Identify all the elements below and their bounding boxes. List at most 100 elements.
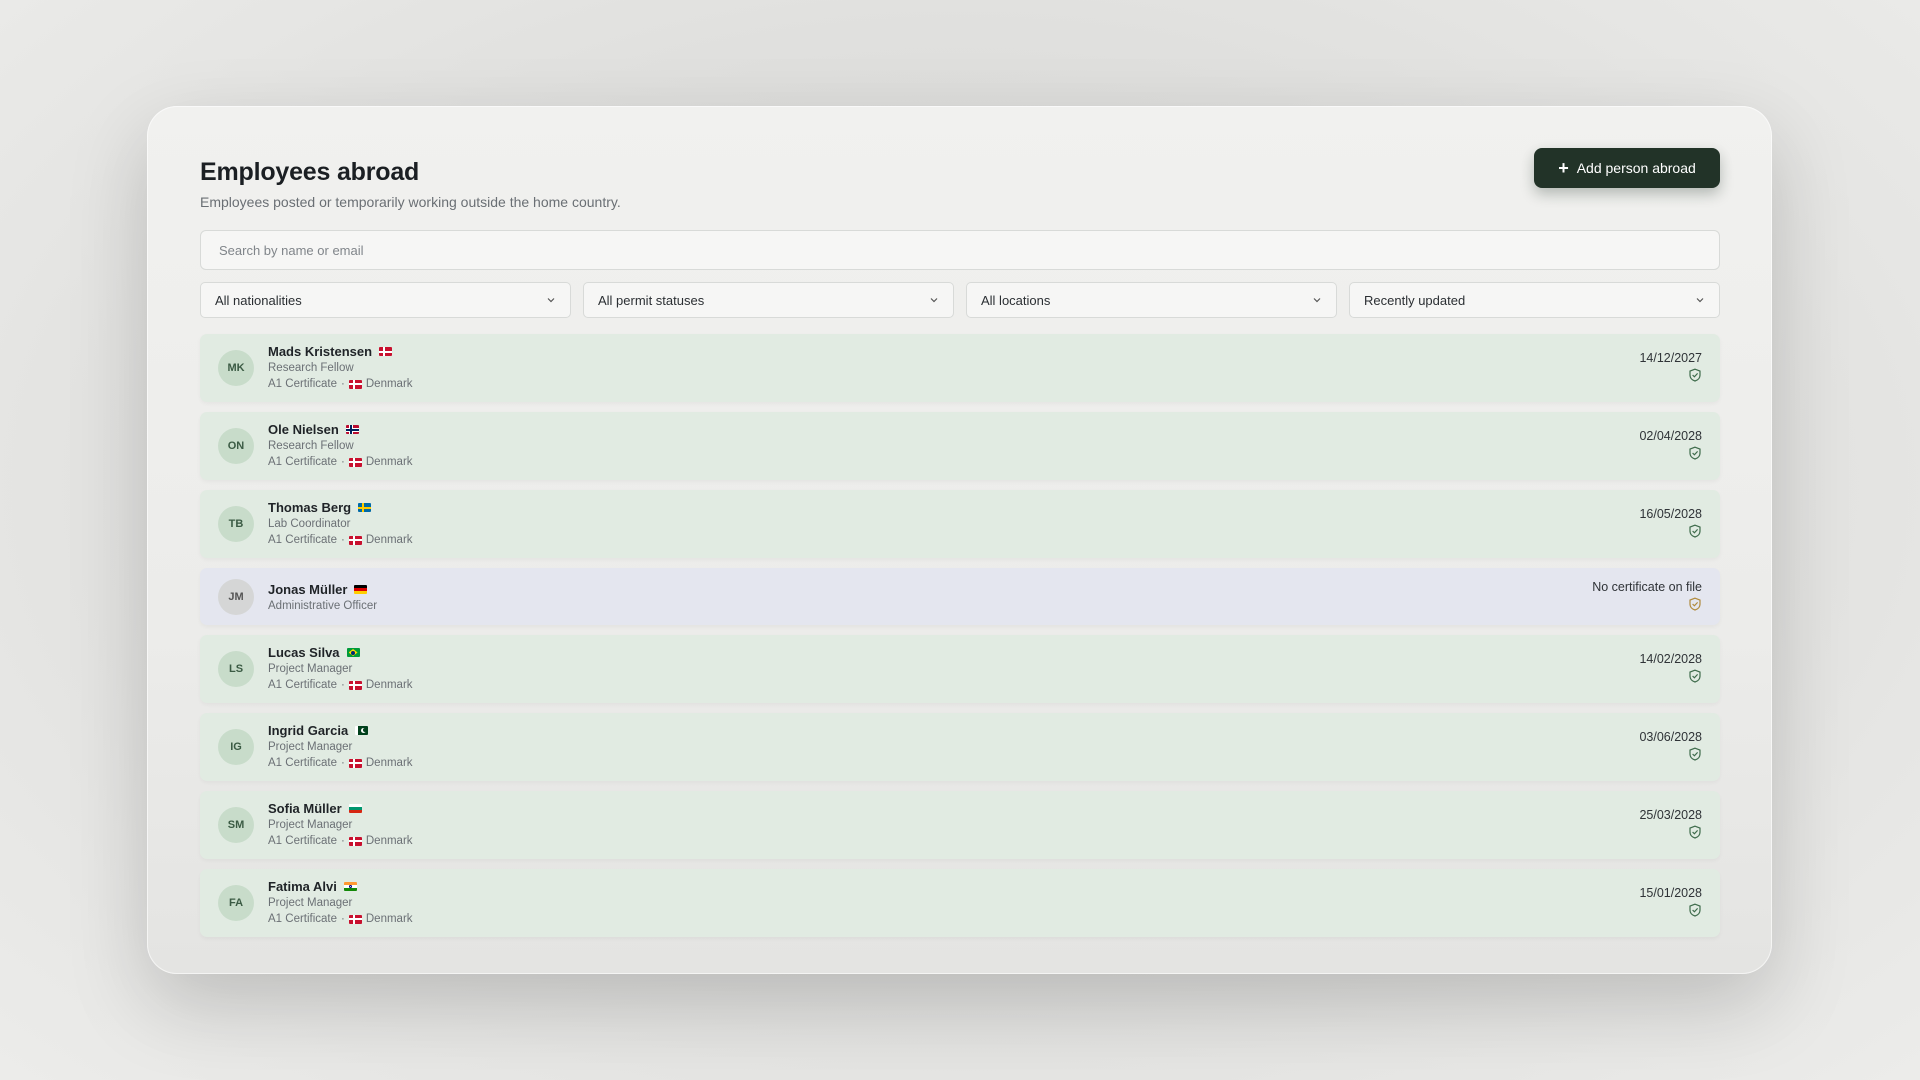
- employee-name: Sofia Müller: [268, 801, 342, 816]
- certificate-type: A1 Certificate: [268, 534, 338, 546]
- certificate-type: A1 Certificate: [268, 913, 338, 925]
- employee-role: Project Manager: [268, 741, 353, 753]
- certificate-location: Denmark: [365, 835, 413, 847]
- avatar: TB: [218, 506, 254, 542]
- certificate-location: Denmark: [365, 456, 413, 468]
- brazil-flag-icon: [346, 648, 360, 657]
- employee-row[interactable]: SM Sofia Müller Project Manager A1 Certi…: [200, 791, 1720, 859]
- expiry-date: 25/03/2028: [1639, 808, 1702, 822]
- employee-name-line: Lucas Silva: [268, 645, 413, 660]
- employee-row[interactable]: IG Ingrid Garcia Project Manager A1 Cert…: [200, 713, 1720, 781]
- certificate-status: 16/05/2028: [1639, 507, 1702, 538]
- employee-name: Thomas Berg: [268, 500, 352, 515]
- separator: ·: [341, 835, 345, 847]
- shield-check-icon: [1689, 524, 1701, 538]
- denmark-flag-icon: [379, 347, 393, 356]
- employee-row[interactable]: JM Jonas Müller Administrative Officer N…: [200, 568, 1720, 625]
- certificate-type: A1 Certificate: [268, 378, 338, 390]
- separator: ·: [341, 534, 345, 546]
- expiry-date: 15/01/2028: [1639, 886, 1702, 900]
- certificate-status: 25/03/2028: [1639, 808, 1702, 839]
- certificate-location: Denmark: [365, 534, 413, 546]
- employee-role: Research Fellow: [268, 362, 354, 374]
- nationality-filter[interactable]: All nationalities: [200, 282, 571, 318]
- bulgaria-flag-icon: [348, 804, 362, 813]
- certificate-status: 15/01/2028: [1639, 886, 1702, 917]
- certificate-location: Denmark: [365, 679, 413, 691]
- employee-role: Research Fellow: [268, 440, 354, 452]
- employee-info: Mads Kristensen Research Fellow A1 Certi…: [268, 344, 413, 391]
- expiry-date: 14/12/2027: [1639, 351, 1702, 365]
- employee-name: Mads Kristensen: [268, 344, 373, 359]
- add-person-label: Add person abroad: [1576, 160, 1696, 176]
- employee-name: Lucas Silva: [268, 645, 340, 660]
- page-subtitle: Employees posted or temporarily working …: [200, 194, 621, 210]
- employee-name-line: Sofia Müller: [268, 801, 413, 816]
- employee-name-line: Ingrid Garcia: [268, 723, 413, 738]
- certificate-line: A1 Certificate · Denmark: [268, 912, 413, 926]
- employee-role: Lab Coordinator: [268, 518, 351, 530]
- expiry-date: 16/05/2028: [1639, 507, 1702, 521]
- expiry-date: 14/02/2028: [1639, 652, 1702, 666]
- india-flag-icon: [343, 882, 357, 891]
- employees-panel: Employees abroad Employees posted or tem…: [147, 106, 1772, 974]
- germany-flag-icon: [354, 585, 368, 594]
- separator: ·: [341, 456, 345, 468]
- avatar: FA: [218, 885, 254, 921]
- employee-info: Lucas Silva Project Manager A1 Certifica…: [268, 645, 413, 692]
- permit-status-filter-value: All permit statuses: [598, 292, 705, 308]
- avatar: JM: [218, 578, 254, 615]
- denmark-flag-icon: [348, 758, 362, 768]
- certificate-line: A1 Certificate · Denmark: [268, 756, 413, 770]
- certificate-type: A1 Certificate: [268, 757, 338, 769]
- search-input[interactable]: [217, 241, 1703, 259]
- nationality-filter-value: All nationalities: [215, 292, 302, 308]
- certificate-status: No certificate on file: [1592, 580, 1702, 611]
- pakistan-flag-icon: [355, 726, 369, 735]
- employee-row[interactable]: LS Lucas Silva Project Manager A1 Certif…: [200, 635, 1720, 703]
- shield-check-icon: [1689, 825, 1701, 839]
- shield-warning-icon: [1689, 597, 1701, 611]
- shield-check-icon: [1689, 446, 1701, 460]
- avatar: IG: [218, 729, 254, 765]
- certificate-line: A1 Certificate · Denmark: [268, 678, 413, 692]
- employee-info: Ingrid Garcia Project Manager A1 Certifi…: [268, 723, 413, 770]
- employee-name-line: Jonas Müller: [268, 582, 377, 597]
- certificate-status: 14/12/2027: [1639, 351, 1702, 382]
- employee-name-line: Thomas Berg: [268, 500, 413, 515]
- denmark-flag-icon: [348, 836, 362, 846]
- employee-role: Project Manager: [268, 897, 353, 909]
- filter-bar: All nationalities All permit statuses Al…: [200, 282, 1720, 318]
- employee-row[interactable]: TB Thomas Berg Lab Coordinator A1 Certif…: [200, 490, 1720, 558]
- page-title: Employees abroad: [200, 158, 420, 186]
- denmark-flag-icon: [348, 535, 362, 545]
- certificate-location: Denmark: [365, 757, 413, 769]
- chevron-down-icon: [1696, 298, 1704, 303]
- certificate-line: A1 Certificate · Denmark: [268, 533, 413, 547]
- employee-info: Jonas Müller Administrative Officer: [268, 582, 377, 613]
- chevron-down-icon: [547, 298, 555, 303]
- employee-row[interactable]: FA Fatima Alvi Project Manager A1 Certif…: [200, 869, 1720, 937]
- sort-select[interactable]: Recently updated: [1349, 282, 1720, 318]
- avatar: ON: [218, 428, 254, 464]
- certificate-location: Denmark: [365, 378, 413, 390]
- certificate-type: A1 Certificate: [268, 456, 338, 468]
- employee-role: Project Manager: [268, 819, 353, 831]
- employee-name: Ole Nielsen: [268, 422, 339, 437]
- employee-row[interactable]: MK Mads Kristensen Research Fellow A1 Ce…: [200, 334, 1720, 402]
- certificate-line: A1 Certificate · Denmark: [268, 377, 413, 391]
- certificate-location: Denmark: [365, 913, 413, 925]
- employee-name: Jonas Müller: [268, 582, 348, 597]
- expiry-date: 02/04/2028: [1639, 429, 1702, 443]
- certificate-type: A1 Certificate: [268, 835, 338, 847]
- certificate-line: A1 Certificate · Denmark: [268, 834, 413, 848]
- employee-row[interactable]: ON Ole Nielsen Research Fellow A1 Certif…: [200, 412, 1720, 480]
- shield-check-icon: [1689, 669, 1701, 683]
- add-person-button[interactable]: + Add person abroad: [1534, 148, 1720, 188]
- location-filter[interactable]: All locations: [966, 282, 1337, 318]
- shield-check-icon: [1689, 368, 1701, 382]
- permit-status-filter[interactable]: All permit statuses: [583, 282, 954, 318]
- no-certificate-label: No certificate on file: [1592, 580, 1702, 594]
- employee-name-line: Fatima Alvi: [268, 879, 413, 894]
- location-filter-value: All locations: [981, 292, 1051, 308]
